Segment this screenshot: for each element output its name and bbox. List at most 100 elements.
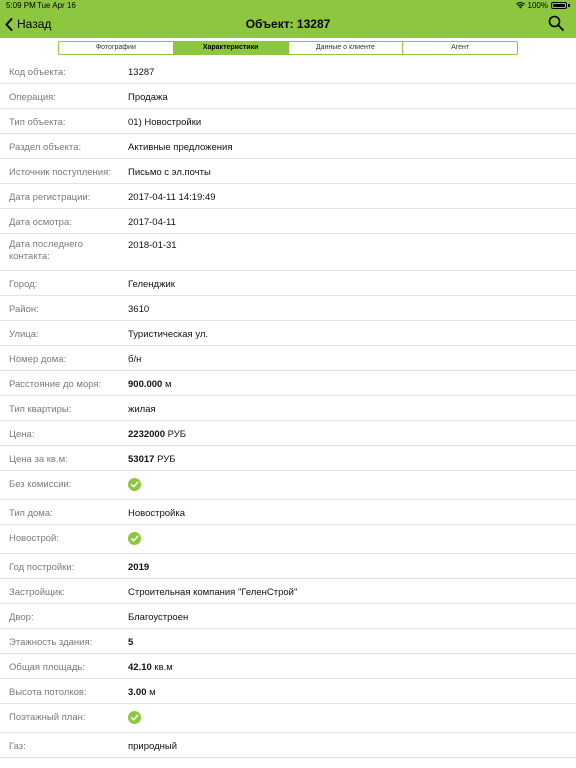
- field-label: Расстояние до моря:: [9, 379, 102, 390]
- field-value-number: 5: [128, 637, 134, 648]
- field-value: Письмо с эл.почты: [128, 167, 211, 178]
- field-value: природный: [128, 741, 178, 752]
- field-value: жилая: [128, 404, 156, 415]
- field-label: Раздел объекта:: [9, 142, 82, 153]
- field-value-number: 2232000: [128, 429, 165, 440]
- field-value-number: 900.000: [128, 379, 163, 390]
- checkmark-icon: [128, 532, 141, 545]
- field-row: Год постройки: 2019: [0, 554, 576, 579]
- field-row: Дата последнего контакта: 2018-01-31: [0, 234, 576, 271]
- field-value: 2017-04-11 14:19:49: [128, 192, 216, 203]
- field-row: Газ: природный: [0, 733, 576, 758]
- field-value-number: 42.10: [128, 662, 152, 673]
- field-value-number: 53017: [128, 454, 155, 465]
- segmented-tabs: Фотографии Характеристики Данные о клиен…: [58, 41, 518, 55]
- field-value-unit: м: [164, 379, 172, 390]
- field-value: 3.00 м: [128, 687, 156, 699]
- field-row: Тип дома: Новостройка: [0, 500, 576, 525]
- field-row: Код объекта: 13287: [0, 59, 576, 84]
- field-row: Источник поступления: Письмо с эл.почты: [0, 159, 576, 184]
- field-row: Тип квартиры: жилая: [0, 396, 576, 421]
- status-indicators: 100%: [515, 1, 570, 10]
- field-label: Источник поступления:: [9, 167, 111, 178]
- field-value: Активные предложения: [128, 142, 233, 153]
- tab-agent[interactable]: Агент: [402, 42, 517, 54]
- status-bar: 5:09 PM Tue Apr 16 100%: [0, 0, 576, 12]
- field-value-unit: РУБ: [167, 429, 187, 440]
- field-row: Раздел объекта: Активные предложения: [0, 134, 576, 159]
- field-row: Новострой:: [0, 525, 576, 554]
- field-label: Цена за кв.м:: [9, 454, 68, 465]
- tab-photos[interactable]: Фотографии: [59, 42, 173, 54]
- field-label: Тип объекта:: [9, 117, 66, 128]
- battery-icon: [551, 2, 567, 9]
- field-row: Цена за кв.м: 53017 РУБ: [0, 446, 576, 471]
- field-label: Газ:: [9, 741, 26, 752]
- field-value: [128, 478, 141, 491]
- tab-client-data[interactable]: Данные о клиенте: [287, 42, 403, 54]
- field-row: Двор: Благоустроен: [0, 604, 576, 629]
- battery-cap: [568, 4, 570, 7]
- field-label: Год постройки:: [9, 562, 75, 573]
- field-row: Расстояние до моря: 900.000 м: [0, 371, 576, 396]
- field-row: Город: Геленджик: [0, 271, 576, 296]
- field-label: Поэтажный план:: [9, 712, 86, 723]
- field-value-unit: м: [149, 687, 156, 698]
- field-label: Улица:: [9, 329, 39, 340]
- field-value: [128, 711, 141, 724]
- field-value: 900.000 м: [128, 379, 172, 391]
- field-value: 01) Новостройки: [128, 117, 202, 128]
- field-value-unit: РУБ: [157, 454, 176, 465]
- field-label: Район:: [9, 304, 39, 315]
- field-label: Дата осмотра:: [9, 217, 72, 228]
- field-row: Этажность здания: 5: [0, 629, 576, 654]
- field-value: 2018-01-31: [128, 240, 177, 251]
- field-row: Район: 3610: [0, 296, 576, 321]
- field-label: Дата регистрации:: [9, 192, 91, 203]
- field-value: Продажа: [128, 92, 168, 103]
- field-row: Номер дома: б/н: [0, 346, 576, 371]
- status-date: Tue Apr 16: [37, 1, 76, 10]
- field-row: Без комиссии:: [0, 471, 576, 500]
- checkmark-icon: [128, 711, 141, 724]
- field-label: Код объекта:: [9, 67, 66, 78]
- field-value: 2019: [128, 562, 149, 574]
- battery-percent: 100%: [527, 1, 548, 10]
- field-label: Дата последнего контакта:: [9, 239, 84, 262]
- field-row: Цена: 2232000 РУБ: [0, 421, 576, 446]
- characteristics-list: Код объекта: 13287 Операция: Продажа Тип объ…: [0, 59, 576, 758]
- field-row: Дата осмотра: 2017-04-11: [0, 209, 576, 234]
- field-label: Двор:: [9, 612, 34, 623]
- field-row: Общая площадь: 42.10 кв.м: [0, 654, 576, 679]
- field-row: Поэтажный план:: [0, 704, 576, 733]
- field-label: Тип дома:: [9, 508, 53, 519]
- field-row: Улица: Туристическая ул.: [0, 321, 576, 346]
- field-label: Застройщик:: [9, 587, 65, 598]
- field-value: Геленджик: [128, 279, 175, 290]
- field-label: Цена:: [9, 429, 35, 440]
- field-value: б/н: [128, 354, 142, 365]
- field-row: Высота потолков: 3.00 м: [0, 679, 576, 704]
- field-value: Новостройка: [128, 508, 185, 519]
- field-value: 3610: [128, 304, 150, 315]
- tab-characteristics[interactable]: Характеристики: [172, 42, 288, 54]
- field-label: Без комиссии:: [9, 479, 72, 490]
- field-row: Тип объекта: 01) Новостройки: [0, 109, 576, 134]
- field-row: Операция: Продажа: [0, 84, 576, 109]
- status-time: 5:09 PM: [6, 1, 36, 10]
- field-label: Тип квартиры:: [9, 404, 72, 415]
- field-row: Застройщик: Строительная компания "ГеленС…: [0, 579, 576, 604]
- field-label: Высота потолков:: [9, 687, 87, 698]
- field-value: 2232000 РУБ: [128, 429, 186, 441]
- field-row: Дата регистрации: 2017-04-11 14:19:49: [0, 184, 576, 209]
- field-value: 2017-04-11: [128, 217, 176, 228]
- field-value: 42.10 кв.м: [128, 662, 173, 674]
- field-label: Город:: [9, 279, 38, 290]
- field-value: 13287: [128, 67, 155, 78]
- field-value: Строительная компания "ГеленСтрой": [128, 587, 298, 598]
- search-icon[interactable]: [548, 15, 564, 31]
- field-value: Благоустроен: [128, 612, 189, 623]
- field-label: Этажность здания:: [9, 637, 93, 648]
- field-value: 53017 РУБ: [128, 454, 175, 466]
- checkmark-icon: [128, 478, 141, 491]
